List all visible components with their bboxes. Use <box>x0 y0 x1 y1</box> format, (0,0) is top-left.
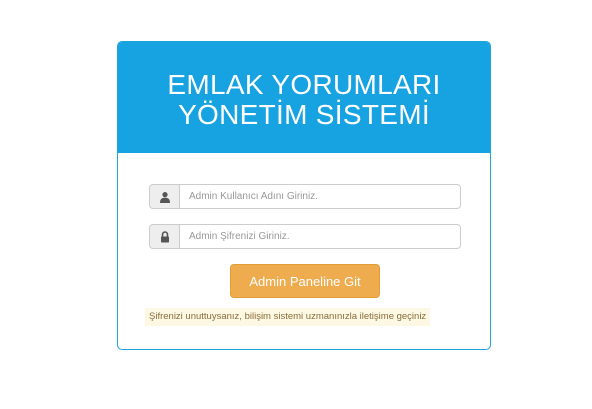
page-title-line2: YÖNETİM SİSTEMİ <box>178 99 430 130</box>
username-input[interactable] <box>179 184 461 209</box>
page-title-line1: EMLAK YORUMLARI <box>167 69 441 100</box>
user-icon <box>149 184 179 209</box>
panel-header: EMLAK YORUMLARI YÖNETİM SİSTEMİ <box>118 42 490 153</box>
forgot-password-notice: Şifrenizi unuttuysanız, bilişim sistemi … <box>145 308 431 326</box>
admin-login-button[interactable]: Admin Paneline Git <box>230 264 380 298</box>
login-panel: EMLAK YORUMLARI YÖNETİM SİSTEMİ Admin Pa… <box>117 41 491 350</box>
password-input-group <box>149 224 461 249</box>
lock-icon <box>149 224 179 249</box>
password-input[interactable] <box>179 224 461 249</box>
username-input-group <box>149 184 461 209</box>
